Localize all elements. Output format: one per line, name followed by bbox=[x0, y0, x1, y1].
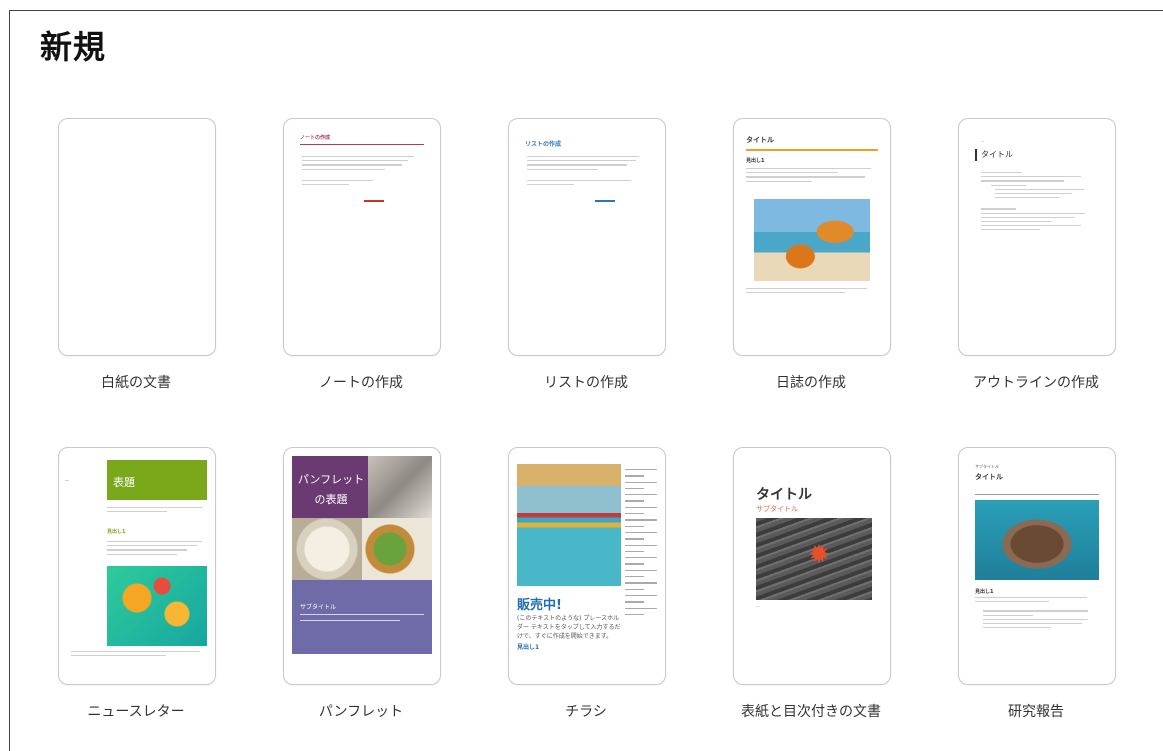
preview-heading: 見出し1 bbox=[746, 158, 765, 164]
preview-title: タイトル bbox=[756, 487, 812, 503]
template-card-note[interactable]: ノートの作成 bbox=[283, 118, 441, 356]
preview-text-line bbox=[300, 614, 424, 616]
page-title: 新規 bbox=[40, 28, 107, 66]
preview-date: — bbox=[981, 139, 985, 143]
preview-title: タイトル bbox=[975, 473, 1003, 481]
template-card-outline[interactable]: — タイトル bbox=[958, 118, 1116, 356]
template-label-cover-toc: 表紙と目次付きの文書 bbox=[741, 704, 881, 720]
template-label-blank: 白紙の文書 bbox=[101, 375, 171, 391]
preview-heading: 見出し1 bbox=[107, 529, 126, 535]
template-label-newsletter: ニュースレター bbox=[87, 704, 185, 720]
preview-small-title: サブタイトル bbox=[975, 464, 999, 469]
preview-link bbox=[364, 187, 384, 206]
preview-text-lines bbox=[975, 594, 1099, 631]
preview-subtitle: サブタイトル bbox=[756, 505, 798, 513]
preview-link bbox=[595, 187, 615, 206]
template-label-outline: アウトラインの作成 bbox=[973, 375, 1099, 391]
maple-leaf-icon: ✹ bbox=[808, 540, 830, 570]
preview-title: タイトル bbox=[746, 136, 774, 144]
template-label-note: ノートの作成 bbox=[319, 375, 403, 391]
preview-title-block: パンフレットの表題 bbox=[292, 456, 368, 518]
preview-subtitle: サブタイトル bbox=[300, 604, 337, 611]
preview-rule bbox=[300, 144, 424, 145]
boats-photo bbox=[517, 464, 621, 586]
preview-footer: — bbox=[756, 604, 760, 608]
preview-rule bbox=[746, 149, 878, 151]
beach-photo bbox=[754, 199, 870, 281]
template-card-pamphlet[interactable]: パンフレットの表題 サブタイトル bbox=[283, 447, 441, 685]
fruit-photo bbox=[107, 566, 207, 646]
template-card-research[interactable]: サブタイトル タイトル 見出し1 bbox=[958, 447, 1116, 685]
preview-text-lines bbox=[527, 153, 645, 188]
template-card-flyer[interactable]: 販売中! (このテキストのような) プレースホルダー テキストをタップして入力す… bbox=[508, 447, 666, 685]
preview-text-lines bbox=[746, 165, 878, 185]
template-label-flyer: チラシ bbox=[565, 704, 607, 720]
otter-photo bbox=[975, 500, 1099, 580]
preview-side-column bbox=[625, 464, 657, 620]
preview-text-line bbox=[300, 620, 400, 622]
salad-photo bbox=[362, 518, 432, 580]
preview-heading: 見出し1 bbox=[517, 644, 540, 651]
preview-sidebar: — bbox=[65, 478, 69, 483]
template-card-blank[interactable] bbox=[58, 118, 216, 356]
template-card-diary[interactable]: タイトル 見出し1 bbox=[733, 118, 891, 356]
preview-title: 表題 bbox=[113, 476, 135, 489]
preview-rule bbox=[975, 494, 1099, 495]
preview-text-lines bbox=[981, 169, 1099, 233]
preview-text-lines bbox=[107, 538, 207, 558]
template-card-newsletter[interactable]: — 表題 見出し1 bbox=[58, 447, 216, 685]
preview-title: ノートの作成 bbox=[300, 135, 331, 141]
template-card-cover-toc[interactable]: タイトル サブタイトル ✹ — bbox=[733, 447, 891, 685]
preview-text-lines bbox=[71, 648, 207, 659]
room-photo bbox=[368, 456, 432, 518]
preview-title: 販売中! bbox=[517, 598, 562, 613]
template-label-research: 研究報告 bbox=[1008, 704, 1064, 720]
preview-title: リストの作成 bbox=[525, 141, 562, 148]
template-label-list: リストの作成 bbox=[544, 375, 628, 391]
preview-header-band: 表題 bbox=[107, 460, 207, 500]
preview-text-lines bbox=[107, 504, 207, 515]
preview-text-lines bbox=[302, 153, 420, 188]
preview-accent-bar bbox=[975, 149, 977, 161]
preview-text: (このテキストのような) プレースホルダー テキストをタップして入力するだけで、… bbox=[517, 615, 621, 640]
preview-text-lines bbox=[746, 285, 878, 296]
preview-title: パンフレットの表題 bbox=[297, 473, 365, 506]
template-label-diary: 日誌の作成 bbox=[776, 375, 846, 391]
food-photo bbox=[292, 518, 362, 580]
template-label-pamphlet: パンフレット bbox=[318, 704, 404, 720]
preview-footer-band: サブタイトル bbox=[292, 580, 432, 654]
template-card-list[interactable]: リストの作成 bbox=[508, 118, 666, 356]
preview-title: タイトル bbox=[981, 150, 1013, 159]
